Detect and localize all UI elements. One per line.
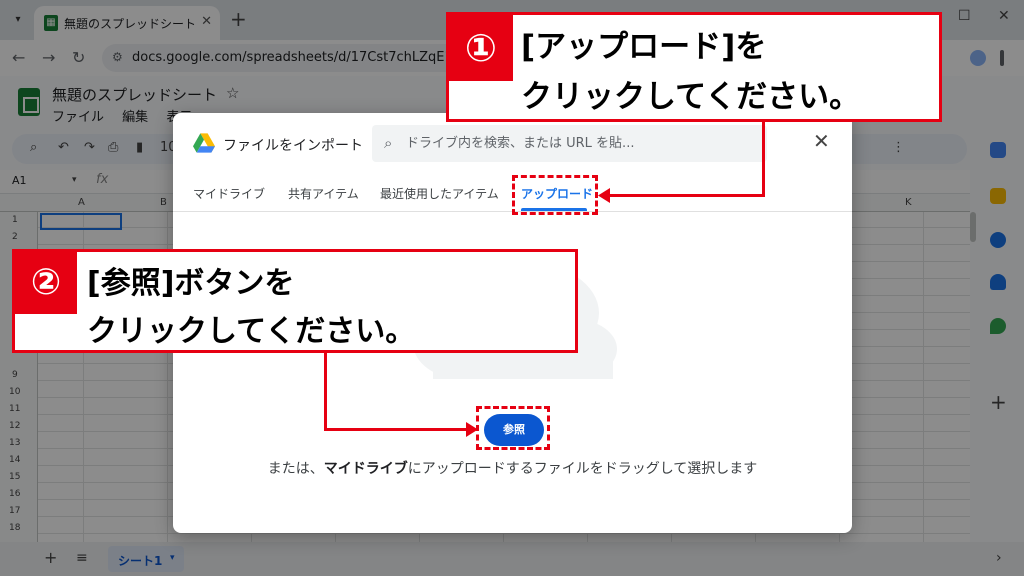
callout-two-number: ②	[15, 252, 77, 314]
callout-step-one: ① [アップロード]を クリックしてください。	[446, 12, 942, 122]
callout-two-line2: クリックしてください。	[87, 314, 416, 349]
callout-one-line2: クリックしてください。	[521, 79, 861, 115]
drag-drop-hint: または、マイドライブにアップロードするファイルをドラッグして選択します	[173, 458, 852, 478]
search-icon: ⌕	[384, 134, 393, 152]
callout-two-connector	[324, 353, 327, 431]
callout-one-connector	[762, 122, 765, 196]
hint-after: にアップロードするファイルをドラッグして選択します	[407, 461, 758, 477]
callout-one-connector	[606, 194, 765, 197]
drive-search-box[interactable]: ⌕ ☰	[372, 125, 767, 162]
upload-tab-highlight	[512, 175, 598, 215]
callout-step-two: ② [参照]ボタンを クリックしてください。	[12, 249, 578, 353]
tab-my-drive[interactable]: マイドライブ	[193, 185, 265, 202]
hint-before: または、	[267, 461, 324, 477]
google-drive-icon	[193, 133, 215, 153]
tab-recent[interactable]: 最近使用したアイテム	[380, 185, 499, 202]
dialog-title: ファイルをインポート	[223, 138, 363, 154]
close-icon[interactable]: ✕	[813, 131, 830, 151]
browse-button-highlight	[476, 406, 550, 450]
tab-shared[interactable]: 共有アイテム	[288, 185, 359, 202]
callout-two-connector	[324, 428, 470, 431]
callout-two-arrow-icon	[466, 422, 478, 437]
callout-one-number: ①	[449, 15, 513, 81]
hint-my-drive: マイドライブ	[323, 461, 408, 477]
callout-one-line1: [アップロード]を	[521, 29, 767, 65]
callout-one-arrow-icon	[598, 188, 610, 203]
drive-search-input[interactable]	[406, 133, 726, 153]
callout-two-line1: [参照]ボタンを	[87, 266, 295, 301]
